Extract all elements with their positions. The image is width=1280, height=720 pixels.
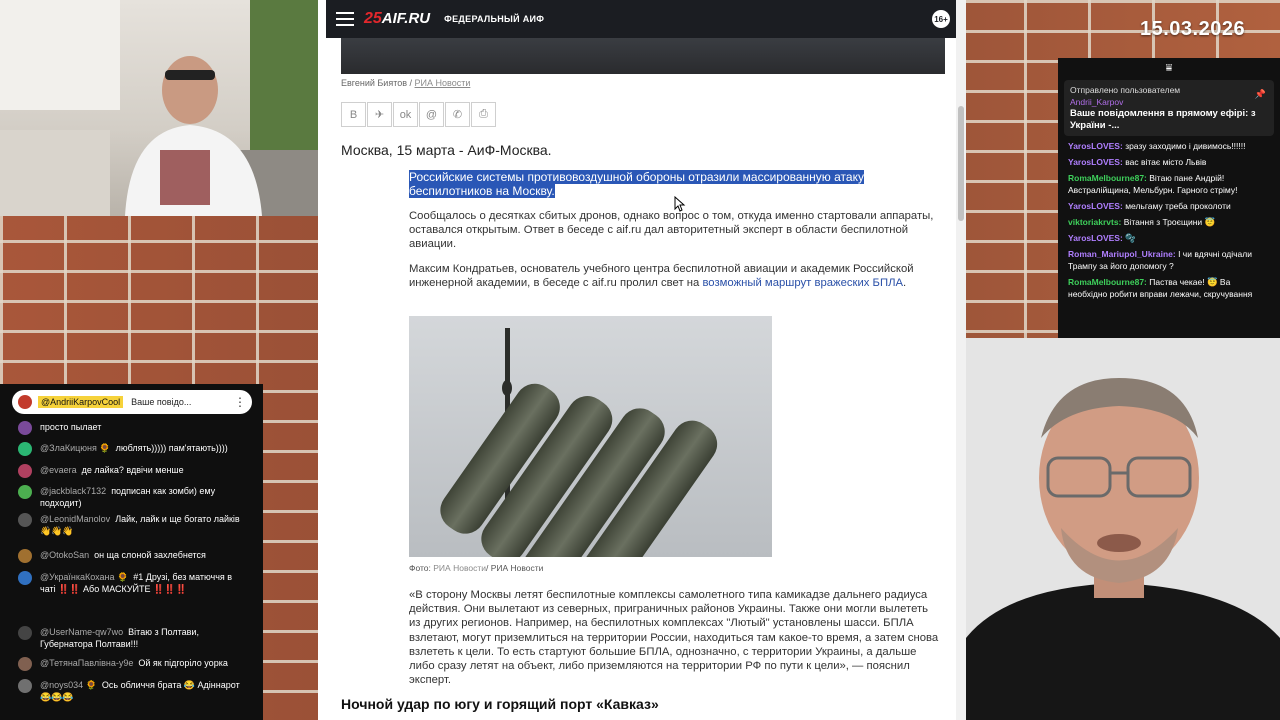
- route-link[interactable]: возможный маршрут вражеских БПЛА: [702, 277, 903, 289]
- missile-launcher-image: [409, 316, 772, 557]
- article-paragraph: Сообщалось о десятках сбитых дронов, одн…: [409, 210, 934, 251]
- avatar: [18, 513, 32, 527]
- article-lead-selected: Российские системы противовоздушной обор…: [409, 170, 864, 198]
- telegram-share-icon[interactable]: ✈: [367, 102, 392, 127]
- chat-collapse-icon[interactable]: ⩸: [1058, 58, 1280, 78]
- chat-message: @evaera де лайка? вдвічи менше: [18, 464, 250, 478]
- article-quote: «В сторону Москвы летят беспилотные комп…: [409, 589, 939, 687]
- avatar: [18, 679, 32, 693]
- mouse-cursor-icon: [674, 196, 686, 212]
- age-badge: 16+: [932, 10, 950, 28]
- pin-icon[interactable]: 📌: [1255, 88, 1266, 100]
- article-dateline: Москва, 15 марта - АиФ-Москва.: [341, 142, 552, 158]
- avatar: [18, 549, 32, 563]
- chat-message: @LeonidManolov Лайк, лайк и ще богато лай…: [18, 513, 250, 537]
- twitch-chat: ⩸ Отправлено пользователем Andrii_Karpov…: [1058, 58, 1280, 338]
- hero-image: [341, 38, 945, 74]
- chat-message: YarosLOVES: мельгаму треба проколоти: [1068, 201, 1231, 211]
- pinned-message[interactable]: Отправлено пользователем Andrii_Karpov В…: [1064, 80, 1274, 136]
- chat-message: @УкраїнкаКохана 🌻 #1 Друзі, без матюччя в…: [18, 571, 250, 595]
- chat-message: YarosLOVES: 🫧: [1068, 233, 1136, 243]
- chat-message: RomaMelbourne87: Паства чекае! 😇 Ва необ…: [1068, 277, 1253, 299]
- avatar: [18, 464, 32, 478]
- chat-message: @noys034 🌻 Ось обличчя брата 😂 Адіннарот …: [18, 679, 250, 703]
- chat-message: @ТетянаПавлівна-у9е Ой як підгоріло уорка: [18, 657, 250, 671]
- chat-message: YarosLOVES: вас вітає місто Львів: [1068, 157, 1207, 167]
- region-link[interactable]: ФЕДЕРАЛЬНЫЙ АИФ: [444, 14, 544, 24]
- avatar: [18, 442, 32, 456]
- share-buttons: В ✈ ok @ ✆ ⎙: [341, 102, 496, 127]
- ok-share-icon[interactable]: ok: [393, 102, 418, 127]
- article-subheading: Ночной удар по югу и горящий порт «Кавка…: [341, 696, 659, 712]
- chat-message: @UserName-qw7wo Вітаю з Полтави, Губернат…: [18, 626, 250, 650]
- more-options-icon[interactable]: ⋮: [234, 395, 246, 409]
- browser-window: 25 AIF.RU ФЕДЕРАЛЬНЫЙ АИФ 16+ Евгений Би…: [318, 0, 966, 720]
- photo-credit-link[interactable]: РИА Новости: [415, 78, 471, 88]
- chat-message: Roman_Mariupol_Ukraine: І чи вдячні одіч…: [1068, 249, 1252, 271]
- chat-message: @jackblack7132 подписан как зомби) ему по…: [18, 485, 250, 509]
- webcam-host-left: [0, 0, 318, 216]
- avatar: [18, 395, 32, 409]
- vk-share-icon[interactable]: В: [341, 102, 366, 127]
- photo-credit: Евгений Биятов / РИА Новости: [341, 78, 471, 88]
- article-photo-launcher: [409, 316, 772, 557]
- photo-caption: Фото: РИА Новости/ РИА Новости: [409, 563, 544, 573]
- avatar: [18, 657, 32, 671]
- site-logo[interactable]: 25 AIF.RU: [364, 10, 430, 28]
- article-paragraph: Максим Кондратьев, основатель учебного ц…: [409, 263, 914, 290]
- photo-caption-link[interactable]: РИА Новости: [433, 563, 486, 573]
- chat-message: YarosLOVES: зразу заходимо і дивимось!!!…: [1068, 141, 1246, 151]
- print-icon[interactable]: ⎙: [471, 102, 496, 127]
- avatar: [18, 626, 32, 640]
- page-scrollbar[interactable]: [956, 0, 966, 720]
- chat-message: RomaMelbourne87: Вітаю пане Андрій! Авст…: [1068, 173, 1238, 195]
- chat-message: @ЗлаКицюня 🌻 люблять))))) пам'ятають)))): [18, 442, 250, 456]
- site-header: 25 AIF.RU ФЕДЕРАЛЬНЫЙ АИФ 16+: [326, 0, 960, 38]
- chat-message: viktoriakrvts: Вітання з Троєщини 😇: [1068, 217, 1216, 227]
- pinned-message[interactable]: @AndriiKarpovCool Ваше повідо... ⋮: [12, 390, 252, 414]
- chat-message: просто пылает: [18, 421, 250, 435]
- youtube-chat: @AndriiKarpovCool Ваше повідо... ⋮ прост…: [0, 384, 263, 720]
- avatar: [18, 571, 32, 585]
- chat-message: @OtokoSan он ща слоной захлебнется: [18, 549, 250, 563]
- menu-icon[interactable]: [336, 12, 354, 26]
- webcam-guest-right: [966, 338, 1280, 720]
- avatar: [18, 485, 32, 499]
- avatar: [18, 421, 32, 435]
- whatsapp-share-icon[interactable]: ✆: [445, 102, 470, 127]
- mail-share-icon[interactable]: @: [419, 102, 444, 127]
- date-overlay: 15.03.2026: [1140, 18, 1246, 40]
- scrollbar-thumb[interactable]: [958, 106, 964, 221]
